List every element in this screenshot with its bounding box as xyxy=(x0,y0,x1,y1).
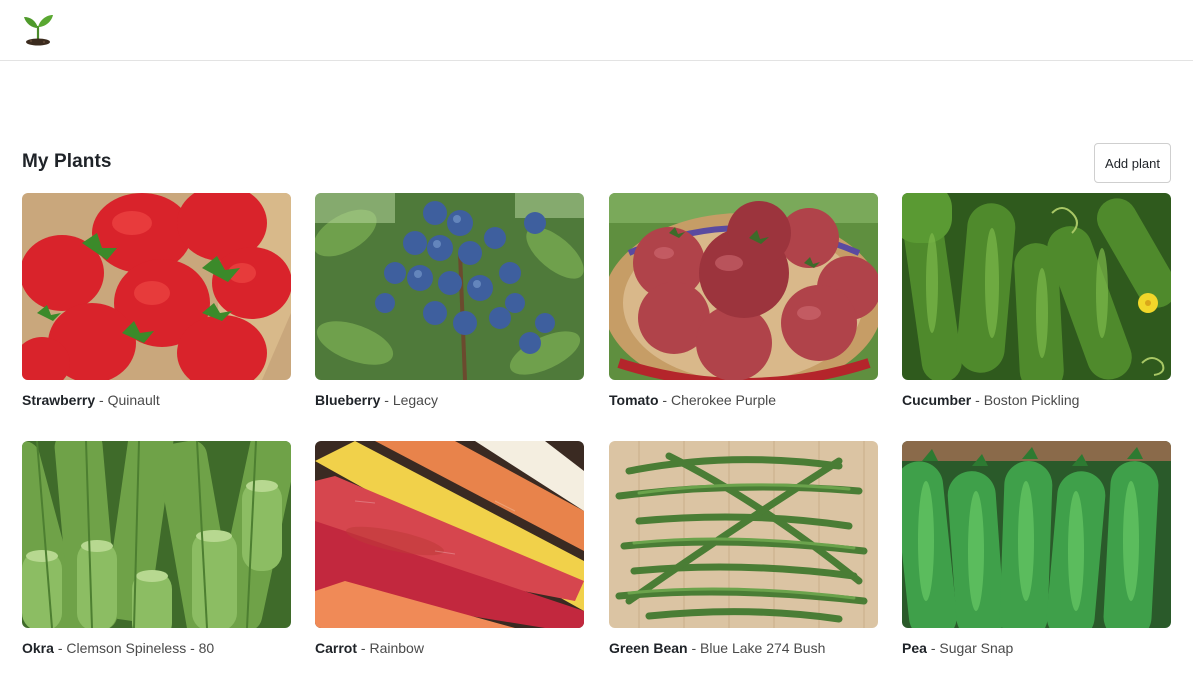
blueberry-photo[interactable] xyxy=(315,193,584,380)
plant-card[interactable]: Tomato - Cherokee Purple xyxy=(609,193,878,423)
plant-name: Tomato xyxy=(609,392,659,408)
plant-variety: Rainbow xyxy=(369,640,424,656)
plant-card[interactable]: Blueberry - Legacy xyxy=(315,193,584,423)
plant-caption: Pea - Sugar Snap xyxy=(902,640,1013,656)
seedling-icon[interactable] xyxy=(22,12,54,46)
plant-variety: Legacy xyxy=(392,392,438,408)
plant-name: Strawberry xyxy=(22,392,96,408)
caption-separator: - xyxy=(662,392,668,408)
caption-separator: - xyxy=(930,640,936,656)
caption-separator: - xyxy=(691,640,697,656)
plant-card[interactable]: Cucumber - Boston Pickling xyxy=(902,193,1171,423)
caption-separator: - xyxy=(57,640,63,656)
plant-variety: Clemson Spineless - 80 xyxy=(66,640,215,656)
plant-variety: Sugar Snap xyxy=(939,640,1014,656)
plant-name: Green Bean xyxy=(609,640,688,656)
plant-variety: Blue Lake 274 Bush xyxy=(700,640,826,656)
caption-separator: - xyxy=(99,392,104,408)
plant-caption: Carrot - Rainbow xyxy=(315,640,424,656)
plant-card[interactable]: Pea - Sugar Snap xyxy=(902,441,1171,671)
page-header: My Plants Add plant xyxy=(22,143,1171,183)
plant-name: Blueberry xyxy=(315,392,381,408)
plant-card[interactable]: Carrot - Rainbow xyxy=(315,441,584,671)
top-bar xyxy=(0,0,1193,61)
plant-caption: Okra - Clemson Spineless - 80 xyxy=(22,640,214,656)
plant-variety: Cherokee Purple xyxy=(670,392,777,408)
plant-name: Carrot xyxy=(315,640,358,656)
plant-variety: Quinault xyxy=(107,392,160,408)
plant-caption: Tomato - Cherokee Purple xyxy=(609,392,776,408)
tomato-photo[interactable] xyxy=(609,193,878,380)
plant-name: Pea xyxy=(902,640,927,656)
plant-card[interactable]: Strawberry - Quinault xyxy=(22,193,291,423)
green-bean-photo[interactable] xyxy=(609,441,878,628)
caption-separator: - xyxy=(384,392,389,408)
plant-card[interactable]: Green Bean - Blue Lake 274 Bush xyxy=(609,441,878,671)
plant-caption: Cucumber - Boston Pickling xyxy=(902,392,1079,408)
caption-separator: - xyxy=(975,392,980,408)
cucumber-photo[interactable] xyxy=(902,193,1171,380)
plant-variety: Boston Pickling xyxy=(983,392,1080,408)
plant-name: Okra xyxy=(22,640,54,656)
strawberry-photo[interactable] xyxy=(22,193,291,380)
pea-photo[interactable] xyxy=(902,441,1171,628)
page-title: My Plants xyxy=(22,151,112,172)
caption-separator: - xyxy=(360,640,366,656)
add-plant-button[interactable]: Add plant xyxy=(1094,143,1171,183)
plant-caption: Blueberry - Legacy xyxy=(315,392,438,408)
okra-photo[interactable] xyxy=(22,441,291,628)
plant-caption: Strawberry - Quinault xyxy=(22,392,160,408)
plant-name: Cucumber xyxy=(902,392,972,408)
plant-card[interactable]: Okra - Clemson Spineless - 80 xyxy=(22,441,291,671)
carrot-photo[interactable] xyxy=(315,441,584,628)
plant-caption: Green Bean - Blue Lake 274 Bush xyxy=(609,640,825,656)
